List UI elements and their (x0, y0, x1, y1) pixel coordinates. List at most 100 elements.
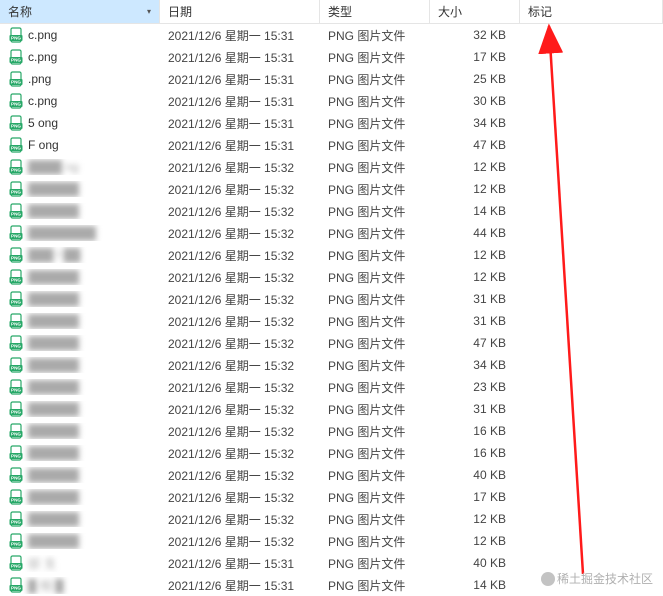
file-name-cell: PNG█ 相 █ (0, 577, 160, 594)
svg-text:PNG: PNG (11, 102, 21, 107)
file-name-text: ██████ (28, 358, 79, 372)
file-name-text: ██████ (28, 292, 79, 306)
column-label: 名称 (8, 3, 32, 20)
file-row[interactable]: PNGc.png2021/12/6 星期一 15:31PNG 图片文件17 KB (0, 46, 663, 68)
file-name-text: ██████ (28, 402, 79, 416)
png-file-icon: PNG (8, 423, 24, 439)
file-size-cell: 31 KB (430, 314, 520, 328)
column-header-type[interactable]: 类型 (320, 0, 430, 23)
file-name-cell: PNG ██████ (0, 291, 160, 307)
file-size-cell: 16 KB (430, 424, 520, 438)
file-name-cell: PNGc.png (0, 27, 160, 43)
file-row[interactable]: PNG██████2021/12/6 星期一 15:32PNG 图片文件12 K… (0, 178, 663, 200)
file-name-text: ██████ (28, 512, 79, 526)
svg-text:PNG: PNG (11, 278, 21, 283)
file-type-cell: PNG 图片文件 (320, 379, 430, 396)
png-file-icon: PNG (8, 71, 24, 87)
file-date-cell: 2021/12/6 星期一 15:32 (160, 379, 320, 396)
file-row[interactable]: PNG5 ong2021/12/6 星期一 15:31PNG 图片文件34 KB (0, 112, 663, 134)
file-type-cell: PNG 图片文件 (320, 555, 430, 572)
file-row[interactable]: PNG██████2021/12/6 星期一 15:32PNG 图片文件40 K… (0, 464, 663, 486)
file-name-text: .png (28, 72, 51, 86)
file-row[interactable]: PNG██████2021/12/6 星期一 15:32PNG 图片文件14 K… (0, 200, 663, 222)
png-file-icon: PNG (8, 291, 24, 307)
file-date-cell: 2021/12/6 星期一 15:32 (160, 489, 320, 506)
file-row[interactable]: PNG██████2021/12/6 星期一 15:32PNG 图片文件47 K… (0, 332, 663, 354)
file-type-cell: PNG 图片文件 (320, 137, 430, 154)
png-file-icon: PNG (8, 533, 24, 549)
file-size-cell: 23 KB (430, 380, 520, 394)
file-date-cell: 2021/12/6 星期一 15:32 (160, 159, 320, 176)
png-file-icon: PNG (8, 269, 24, 285)
svg-text:PNG: PNG (11, 432, 21, 437)
file-name-cell: PNG ██████ (0, 203, 160, 219)
svg-text:PNG: PNG (11, 168, 21, 173)
svg-text:PNG: PNG (11, 454, 21, 459)
file-size-cell: 31 KB (430, 402, 520, 416)
file-row[interactable]: PNG██████2021/12/6 星期一 15:32PNG 图片文件31 K… (0, 398, 663, 420)
sort-indicator-icon: ▾ (147, 7, 151, 16)
png-file-icon: PNG (8, 379, 24, 395)
file-name-text: ██████ (28, 270, 79, 284)
svg-text:PNG: PNG (11, 366, 21, 371)
file-row[interactable]: PNG██████2021/12/6 星期一 15:32PNG 图片文件12 K… (0, 508, 663, 530)
file-row[interactable]: PNG██████2021/12/6 星期一 15:32PNG 图片文件16 K… (0, 442, 663, 464)
file-name-text: ██████ (28, 314, 79, 328)
file-date-cell: 2021/12/6 星期一 15:32 (160, 511, 320, 528)
file-row[interactable]: PNG██████2021/12/6 星期一 15:32PNG 图片文件31 K… (0, 288, 663, 310)
png-file-icon: PNG (8, 27, 24, 43)
file-name-cell: PNG██████ (0, 489, 160, 505)
file-date-cell: 2021/12/6 星期一 15:31 (160, 577, 320, 594)
file-type-cell: PNG 图片文件 (320, 401, 430, 418)
column-header-tag[interactable]: 标记 (520, 0, 663, 23)
file-type-cell: PNG 图片文件 (320, 489, 430, 506)
file-size-cell: 14 KB (430, 578, 520, 592)
png-file-icon: PNG (8, 445, 24, 461)
file-name-text: ██████ (28, 204, 79, 218)
file-name-text: c.png (28, 50, 57, 64)
column-header-name[interactable]: 名称 ▾ (0, 0, 160, 23)
svg-text:PNG: PNG (11, 300, 21, 305)
file-name-cell: PNG██████ (0, 533, 160, 549)
file-row[interactable]: PNG████████2021/12/6 星期一 15:32PNG 图片文件44… (0, 222, 663, 244)
file-type-cell: PNG 图片文件 (320, 225, 430, 242)
file-row[interactable]: PNGc.png2021/12/6 星期一 15:31PNG 图片文件32 KB (0, 24, 663, 46)
file-type-cell: PNG 图片文件 (320, 159, 430, 176)
file-size-cell: 12 KB (430, 512, 520, 526)
png-file-icon: PNG (8, 181, 24, 197)
png-file-icon: PNG (8, 203, 24, 219)
file-row[interactable]: PNG██████2021/12/6 星期一 15:32PNG 图片文件31 K… (0, 310, 663, 332)
file-row[interactable]: PNG██████2021/12/6 星期一 15:32PNG 图片文件23 K… (0, 376, 663, 398)
file-size-cell: 12 KB (430, 248, 520, 262)
column-header-date[interactable]: 日期 (160, 0, 320, 23)
file-row[interactable]: PNG████ ng2021/12/6 星期一 15:32PNG 图片文件12 … (0, 156, 663, 178)
file-name-text: ██████ (28, 182, 79, 196)
png-file-icon: PNG (8, 467, 24, 483)
file-row[interactable]: PNG███ f ██2021/12/6 星期一 15:32PNG 图片文件12… (0, 244, 663, 266)
svg-text:PNG: PNG (11, 344, 21, 349)
file-name-text: ████ ng (28, 160, 79, 174)
file-date-cell: 2021/12/6 星期一 15:32 (160, 247, 320, 264)
file-row[interactable]: PNG██████2021/12/6 星期一 15:32PNG 图片文件16 K… (0, 420, 663, 442)
file-row[interactable]: PNG██████2021/12/6 星期一 15:32PNG 图片文件12 K… (0, 530, 663, 552)
file-row[interactable]: PNG.png2021/12/6 星期一 15:31PNG 图片文件25 KB (0, 68, 663, 90)
file-row[interactable]: PNG██████2021/12/6 星期一 15:32PNG 图片文件34 K… (0, 354, 663, 376)
file-date-cell: 2021/12/6 星期一 15:32 (160, 335, 320, 352)
file-type-cell: PNG 图片文件 (320, 49, 430, 66)
file-date-cell: 2021/12/6 星期一 15:32 (160, 269, 320, 286)
file-name-text: 5 ong (28, 116, 58, 130)
file-row[interactable]: PNG██████2021/12/6 星期一 15:32PNG 图片文件17 K… (0, 486, 663, 508)
png-file-icon: PNG (8, 335, 24, 351)
file-type-cell: PNG 图片文件 (320, 533, 430, 550)
file-row[interactable]: PNG██████2021/12/6 星期一 15:32PNG 图片文件12 K… (0, 266, 663, 288)
file-name-text: ███ f ██ (28, 248, 81, 262)
file-date-cell: 2021/12/6 星期一 15:32 (160, 181, 320, 198)
column-header-size[interactable]: 大小 (430, 0, 520, 23)
file-type-cell: PNG 图片文件 (320, 335, 430, 352)
png-file-icon: PNG (8, 489, 24, 505)
file-row[interactable]: PNGc.png2021/12/6 星期一 15:31PNG 图片文件30 KB (0, 90, 663, 112)
file-name-cell: PNGF ong (0, 137, 160, 153)
column-label: 类型 (328, 3, 352, 20)
watermark-logo-icon (541, 572, 555, 586)
file-row[interactable]: PNGF ong2021/12/6 星期一 15:31PNG 图片文件47 KB (0, 134, 663, 156)
